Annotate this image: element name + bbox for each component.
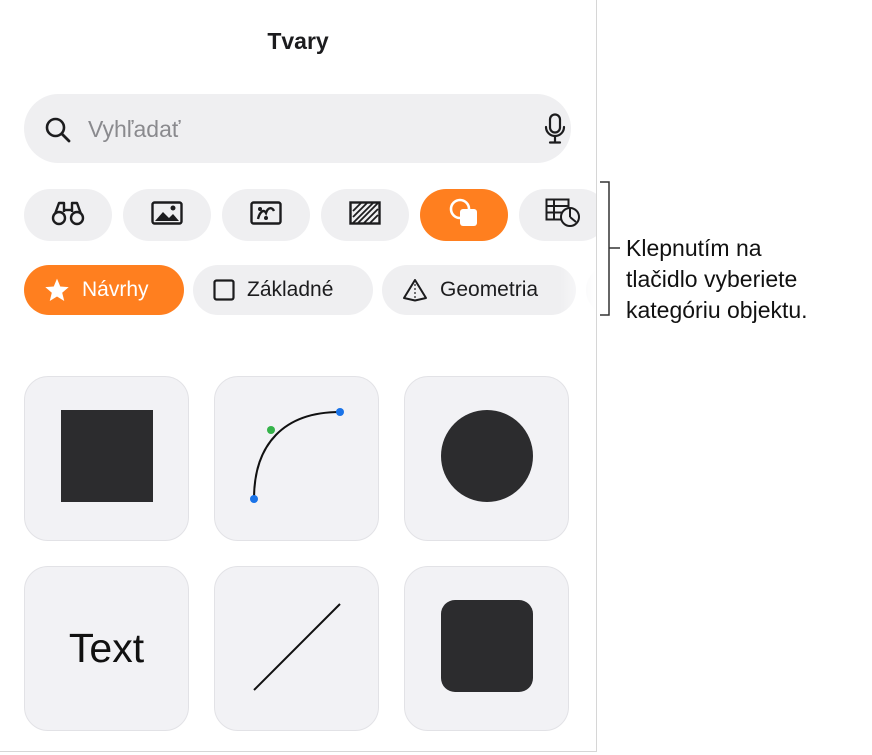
shape-curve-tile[interactable] [214, 376, 379, 541]
callout-text: Klepnutím na tlačidlo vyberiete kategóri… [626, 233, 808, 326]
chip-label: Geometria [440, 278, 539, 301]
table-chart-icon [545, 198, 581, 233]
circle-shape [440, 409, 534, 508]
category-button-row [24, 189, 596, 241]
category-button-stickers[interactable] [222, 189, 310, 241]
shape-text-tile[interactable]: Text [24, 566, 189, 731]
pyramid-icon [402, 278, 428, 302]
binoculars-icon [51, 200, 85, 231]
callout-bracket [598, 181, 624, 322]
callout-line: kategóriu objektu. [626, 297, 808, 323]
category-button-search[interactable] [24, 189, 112, 241]
text-shape-label: Text [68, 625, 145, 671]
sticker-icon [250, 200, 282, 230]
category-button-tables-charts[interactable] [519, 189, 596, 241]
texture-icon [349, 200, 381, 230]
shape-rounded-square-tile[interactable] [404, 566, 569, 731]
microphone-icon[interactable] [544, 113, 566, 150]
chip-label: Návrhy [82, 278, 149, 301]
image-icon [151, 200, 183, 230]
square-outline-icon [213, 279, 235, 301]
chip-navrhy[interactable]: Návrhy [24, 265, 184, 315]
search-icon [44, 116, 72, 149]
shape-square-tile[interactable] [24, 376, 189, 541]
scroll-fade [560, 255, 596, 325]
panel-title: Tvary [267, 28, 329, 54]
rounded-square-shape [440, 600, 533, 697]
chip-zakladne[interactable]: Základné [193, 265, 373, 315]
callout-line: tlačidlo vyberiete [626, 266, 798, 292]
category-button-images[interactable] [123, 189, 211, 241]
callout-line: Klepnutím na [626, 235, 762, 261]
shape-circle-tile[interactable] [404, 376, 569, 541]
shapes-icon [448, 197, 480, 234]
shapes-panel: Tvary Vyhľadať Návrhy Základné Geometria… [0, 0, 597, 752]
chip-geometria[interactable]: Geometria [382, 265, 576, 315]
square-shape [60, 410, 153, 507]
star-icon [44, 277, 70, 303]
subcategory-row: Návrhy Základné Geometria [24, 265, 596, 315]
chip-label: Základné [247, 278, 334, 301]
line-shape [214, 564, 379, 734]
search-bar[interactable] [24, 94, 571, 163]
category-button-textures[interactable] [321, 189, 409, 241]
shape-line-tile[interactable] [214, 566, 379, 731]
search-input[interactable] [86, 110, 510, 148]
category-button-shapes[interactable] [420, 189, 508, 241]
curve-shape [214, 374, 379, 544]
